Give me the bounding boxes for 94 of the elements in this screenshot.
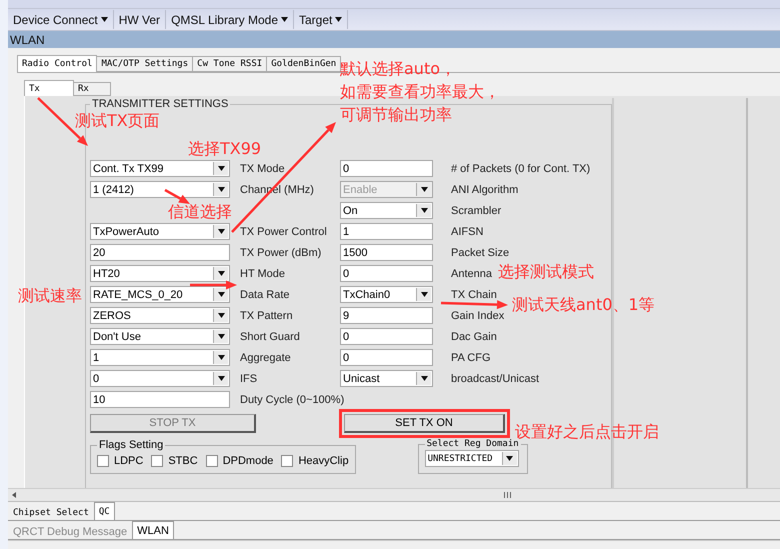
field-label: ANI Algorithm — [450, 184, 518, 196]
field-label: broadcast/Unicast — [450, 372, 540, 384]
input-field[interactable]: 9 — [340, 307, 433, 324]
caret-icon — [420, 376, 428, 381]
field-label: AIFSN — [450, 226, 484, 238]
annotation-text: 可调节输出功率 — [340, 106, 452, 124]
toolbar-button[interactable]: Target — [294, 10, 348, 29]
tab[interactable]: Tx — [24, 80, 74, 96]
annotation-text: 选择测试模式 — [498, 263, 594, 281]
toolbar-button[interactable]: HW Ver — [114, 10, 166, 29]
input-field[interactable]: 20 — [90, 244, 230, 261]
caret-icon — [420, 187, 428, 192]
caret-icon — [218, 355, 224, 360]
field-label: TX Power Control — [239, 226, 327, 238]
field-label: TX Pattern — [239, 310, 293, 322]
field-label: IFS — [239, 372, 258, 384]
tab[interactable]: Radio Control — [17, 55, 98, 72]
checkbox[interactable]: HeavyClip — [281, 455, 349, 467]
caret-icon — [218, 271, 224, 276]
input-field[interactable]: 0 — [340, 265, 433, 282]
dropdown[interactable]: TxPowerAuto — [90, 223, 230, 240]
grip-icon — [502, 491, 512, 499]
dropdown[interactable]: 0 — [90, 370, 230, 387]
checkbox[interactable]: STBC — [151, 455, 198, 467]
input-field[interactable]: 0 — [340, 349, 433, 366]
annotation-text: 测试TX页面 — [75, 112, 160, 130]
dropdown[interactable]: On — [340, 202, 433, 219]
caret-icon — [218, 229, 224, 234]
dropdown[interactable]: 1 — [90, 349, 230, 366]
field-label: PA CFG — [450, 352, 491, 364]
dropdown[interactable]: Unicast — [340, 370, 433, 387]
input-field[interactable]: 1500 — [340, 244, 433, 261]
field-label: Packet Size — [450, 246, 510, 258]
field-label: TX Chain — [450, 288, 497, 300]
field-label: Dac Gain — [450, 330, 497, 342]
caret-icon — [218, 292, 224, 297]
dropdown[interactable]: UNRESTRICTED — [424, 450, 519, 467]
annotation-text: 测试速率 — [18, 287, 82, 305]
tab[interactable]: Cw Tone RSSI — [192, 56, 268, 72]
checkbox[interactable]: LDPC — [97, 455, 144, 467]
field-label: Duty Cycle (0~100%) — [239, 394, 344, 406]
dropdown[interactable]: TxChain0 — [340, 286, 433, 303]
annotation-text: 默认选择auto， — [340, 60, 456, 78]
toolbar-button[interactable]: Device Connect — [8, 10, 114, 29]
field-label: Aggregate — [239, 352, 291, 364]
annotation-text: 信道选择 — [168, 203, 232, 221]
caret-icon — [420, 208, 428, 213]
dropdown[interactable]: RATE_MCS_0_20 — [90, 286, 230, 303]
caret-icon — [218, 376, 224, 381]
group-title: Flags Setting — [98, 439, 164, 451]
button[interactable]: SET TX ON — [344, 414, 505, 433]
annotation-text: 如需要查看功率最大， — [340, 83, 500, 101]
checkbox[interactable]: DPDmode — [206, 455, 274, 467]
caret-icon — [218, 313, 224, 318]
tab[interactable]: QC — [94, 502, 115, 520]
dropdown[interactable]: ZEROS — [90, 307, 230, 324]
field-label: Data Rate — [239, 288, 290, 300]
tab[interactable]: Chipset Select — [8, 504, 94, 520]
caret-icon — [218, 166, 224, 171]
field-label: Antenna — [450, 268, 492, 280]
field-label: TX Mode — [239, 162, 285, 174]
caret-icon — [218, 334, 224, 339]
annotation-text: 选择TX99 — [188, 140, 262, 158]
dropdown[interactable]: Don't Use — [90, 328, 230, 345]
field-label: Gain Index — [450, 310, 504, 322]
caret-icon — [506, 456, 514, 461]
arrow — [190, 280, 237, 290]
field-label: HT Mode — [239, 268, 286, 280]
window-title: WLAN — [8, 31, 780, 48]
arrow — [164, 188, 190, 204]
caret-icon — [218, 187, 224, 192]
tab[interactable]: Rx — [73, 82, 111, 96]
input-field[interactable]: 0 — [340, 160, 433, 177]
tab[interactable]: GoldenBinGen — [266, 56, 342, 72]
field-label: Short Guard — [239, 330, 300, 342]
input-field[interactable]: 0 — [340, 328, 433, 345]
tab[interactable]: WLAN — [132, 521, 174, 539]
field-label: Scrambler — [450, 204, 502, 216]
caret-icon — [420, 292, 428, 297]
group-title: TRANSMITTER SETTINGS — [91, 98, 230, 110]
arrow — [440, 300, 508, 310]
annotation-text: 测试天线ant0、1等 — [512, 296, 655, 314]
group-title: Select Reg Domain — [426, 439, 520, 449]
tab[interactable]: MAC/OTP Settings — [96, 56, 194, 72]
input-field[interactable]: 10 — [90, 391, 230, 408]
input-field[interactable]: 1 — [340, 223, 433, 240]
dropdown[interactable]: Cont. Tx TX99 — [90, 160, 230, 177]
field-label: # of Packets (0 for Cont. TX) — [450, 162, 590, 174]
scrollbar[interactable] — [8, 488, 780, 502]
dropdown[interactable]: HT20 — [90, 265, 230, 282]
toolbar-button[interactable]: QMSL Library Mode — [166, 10, 294, 29]
field-label: TX Power (dBm) — [239, 246, 322, 258]
dropdown[interactable]: 1 (2412) — [90, 181, 230, 198]
annotation-text: 设置好之后点击开启 — [515, 423, 659, 441]
